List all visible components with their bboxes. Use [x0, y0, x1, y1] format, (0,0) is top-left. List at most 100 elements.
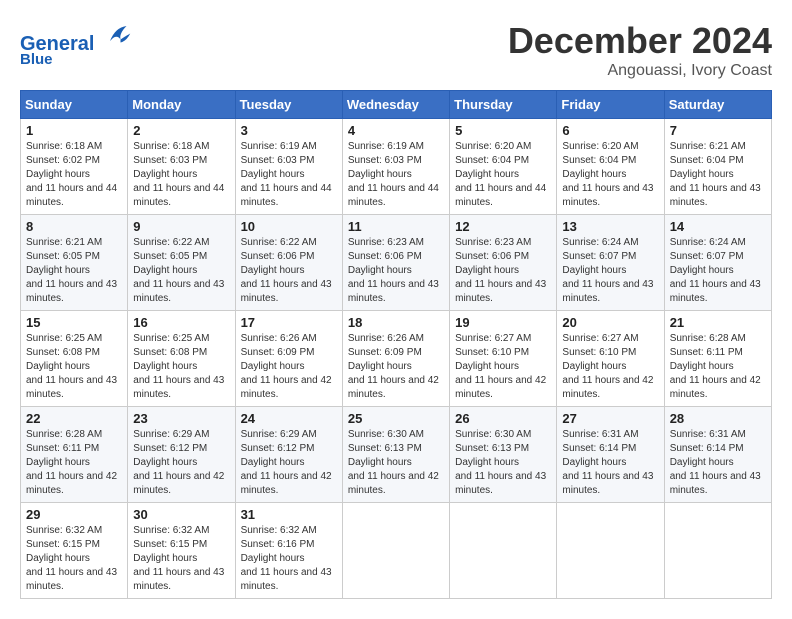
day-number: 31	[241, 507, 337, 522]
day-info: Sunrise: 6:24 AM Sunset: 6:07 PM Dayligh…	[562, 236, 658, 306]
day-info: Sunrise: 6:24 AM Sunset: 6:07 PM Dayligh…	[670, 236, 766, 306]
calendar-cell: 29 Sunrise: 6:32 AM Sunset: 6:15 PM Dayl…	[21, 503, 128, 599]
weekday-header-monday: Monday	[128, 91, 235, 119]
day-number: 4	[348, 123, 444, 138]
calendar-cell	[342, 503, 449, 599]
day-info: Sunrise: 6:31 AM Sunset: 6:14 PM Dayligh…	[562, 428, 658, 498]
calendar-cell	[557, 503, 664, 599]
day-info: Sunrise: 6:25 AM Sunset: 6:08 PM Dayligh…	[26, 332, 122, 402]
calendar-cell: 25 Sunrise: 6:30 AM Sunset: 6:13 PM Dayl…	[342, 407, 449, 503]
day-info: Sunrise: 6:32 AM Sunset: 6:15 PM Dayligh…	[133, 524, 229, 594]
day-number: 18	[348, 315, 444, 330]
day-info: Sunrise: 6:28 AM Sunset: 6:11 PM Dayligh…	[670, 332, 766, 402]
day-number: 25	[348, 411, 444, 426]
calendar-cell: 3 Sunrise: 6:19 AM Sunset: 6:03 PM Dayli…	[235, 119, 342, 215]
week-row-3: 15 Sunrise: 6:25 AM Sunset: 6:08 PM Dayl…	[21, 311, 772, 407]
logo-bird-icon	[104, 20, 134, 50]
calendar-cell	[664, 503, 771, 599]
day-info: Sunrise: 6:20 AM Sunset: 6:04 PM Dayligh…	[562, 140, 658, 210]
calendar-cell: 28 Sunrise: 6:31 AM Sunset: 6:14 PM Dayl…	[664, 407, 771, 503]
day-info: Sunrise: 6:26 AM Sunset: 6:09 PM Dayligh…	[348, 332, 444, 402]
day-number: 2	[133, 123, 229, 138]
day-info: Sunrise: 6:32 AM Sunset: 6:16 PM Dayligh…	[241, 524, 337, 594]
calendar-cell: 14 Sunrise: 6:24 AM Sunset: 6:07 PM Dayl…	[664, 215, 771, 311]
day-number: 19	[455, 315, 551, 330]
calendar-cell: 1 Sunrise: 6:18 AM Sunset: 6:02 PM Dayli…	[21, 119, 128, 215]
day-info: Sunrise: 6:27 AM Sunset: 6:10 PM Dayligh…	[455, 332, 551, 402]
calendar-cell: 22 Sunrise: 6:28 AM Sunset: 6:11 PM Dayl…	[21, 407, 128, 503]
day-info: Sunrise: 6:18 AM Sunset: 6:03 PM Dayligh…	[133, 140, 229, 210]
logo: General Blue	[20, 20, 134, 68]
day-info: Sunrise: 6:25 AM Sunset: 6:08 PM Dayligh…	[133, 332, 229, 402]
calendar-cell: 11 Sunrise: 6:23 AM Sunset: 6:06 PM Dayl…	[342, 215, 449, 311]
day-info: Sunrise: 6:27 AM Sunset: 6:10 PM Dayligh…	[562, 332, 658, 402]
day-info: Sunrise: 6:23 AM Sunset: 6:06 PM Dayligh…	[348, 236, 444, 306]
calendar-cell: 27 Sunrise: 6:31 AM Sunset: 6:14 PM Dayl…	[557, 407, 664, 503]
calendar-cell	[450, 503, 557, 599]
day-number: 20	[562, 315, 658, 330]
calendar-cell: 26 Sunrise: 6:30 AM Sunset: 6:13 PM Dayl…	[450, 407, 557, 503]
day-number: 13	[562, 219, 658, 234]
calendar-cell: 20 Sunrise: 6:27 AM Sunset: 6:10 PM Dayl…	[557, 311, 664, 407]
day-number: 10	[241, 219, 337, 234]
day-number: 24	[241, 411, 337, 426]
day-info: Sunrise: 6:30 AM Sunset: 6:13 PM Dayligh…	[348, 428, 444, 498]
day-number: 12	[455, 219, 551, 234]
day-info: Sunrise: 6:19 AM Sunset: 6:03 PM Dayligh…	[241, 140, 337, 210]
calendar-cell: 17 Sunrise: 6:26 AM Sunset: 6:09 PM Dayl…	[235, 311, 342, 407]
calendar-table: SundayMondayTuesdayWednesdayThursdayFrid…	[20, 90, 772, 599]
calendar-cell: 13 Sunrise: 6:24 AM Sunset: 6:07 PM Dayl…	[557, 215, 664, 311]
calendar-cell: 4 Sunrise: 6:19 AM Sunset: 6:03 PM Dayli…	[342, 119, 449, 215]
day-info: Sunrise: 6:30 AM Sunset: 6:13 PM Dayligh…	[455, 428, 551, 498]
day-number: 17	[241, 315, 337, 330]
weekday-header-sunday: Sunday	[21, 91, 128, 119]
calendar-cell: 15 Sunrise: 6:25 AM Sunset: 6:08 PM Dayl…	[21, 311, 128, 407]
page-header: General Blue December 2024 Angouassi, Iv…	[20, 20, 772, 80]
day-number: 14	[670, 219, 766, 234]
logo-text: General	[20, 20, 134, 55]
day-number: 11	[348, 219, 444, 234]
day-info: Sunrise: 6:29 AM Sunset: 6:12 PM Dayligh…	[241, 428, 337, 498]
day-number: 7	[670, 123, 766, 138]
day-info: Sunrise: 6:18 AM Sunset: 6:02 PM Dayligh…	[26, 140, 122, 210]
calendar-cell: 10 Sunrise: 6:22 AM Sunset: 6:06 PM Dayl…	[235, 215, 342, 311]
day-number: 15	[26, 315, 122, 330]
calendar-cell: 18 Sunrise: 6:26 AM Sunset: 6:09 PM Dayl…	[342, 311, 449, 407]
day-number: 5	[455, 123, 551, 138]
day-number: 16	[133, 315, 229, 330]
calendar-cell: 24 Sunrise: 6:29 AM Sunset: 6:12 PM Dayl…	[235, 407, 342, 503]
day-number: 22	[26, 411, 122, 426]
day-info: Sunrise: 6:19 AM Sunset: 6:03 PM Dayligh…	[348, 140, 444, 210]
day-number: 29	[26, 507, 122, 522]
weekday-header-saturday: Saturday	[664, 91, 771, 119]
day-info: Sunrise: 6:31 AM Sunset: 6:14 PM Dayligh…	[670, 428, 766, 498]
day-info: Sunrise: 6:28 AM Sunset: 6:11 PM Dayligh…	[26, 428, 122, 498]
calendar-cell: 30 Sunrise: 6:32 AM Sunset: 6:15 PM Dayl…	[128, 503, 235, 599]
calendar-cell: 2 Sunrise: 6:18 AM Sunset: 6:03 PM Dayli…	[128, 119, 235, 215]
weekday-header-thursday: Thursday	[450, 91, 557, 119]
calendar-cell: 16 Sunrise: 6:25 AM Sunset: 6:08 PM Dayl…	[128, 311, 235, 407]
week-row-2: 8 Sunrise: 6:21 AM Sunset: 6:05 PM Dayli…	[21, 215, 772, 311]
calendar-cell: 23 Sunrise: 6:29 AM Sunset: 6:12 PM Dayl…	[128, 407, 235, 503]
day-number: 27	[562, 411, 658, 426]
week-row-4: 22 Sunrise: 6:28 AM Sunset: 6:11 PM Dayl…	[21, 407, 772, 503]
day-number: 23	[133, 411, 229, 426]
weekday-header-row: SundayMondayTuesdayWednesdayThursdayFrid…	[21, 91, 772, 119]
day-number: 9	[133, 219, 229, 234]
calendar-cell: 19 Sunrise: 6:27 AM Sunset: 6:10 PM Dayl…	[450, 311, 557, 407]
day-info: Sunrise: 6:22 AM Sunset: 6:06 PM Dayligh…	[241, 236, 337, 306]
day-number: 8	[26, 219, 122, 234]
calendar-cell: 7 Sunrise: 6:21 AM Sunset: 6:04 PM Dayli…	[664, 119, 771, 215]
day-number: 1	[26, 123, 122, 138]
day-info: Sunrise: 6:32 AM Sunset: 6:15 PM Dayligh…	[26, 524, 122, 594]
day-info: Sunrise: 6:29 AM Sunset: 6:12 PM Dayligh…	[133, 428, 229, 498]
calendar-cell: 9 Sunrise: 6:22 AM Sunset: 6:05 PM Dayli…	[128, 215, 235, 311]
week-row-5: 29 Sunrise: 6:32 AM Sunset: 6:15 PM Dayl…	[21, 503, 772, 599]
day-info: Sunrise: 6:20 AM Sunset: 6:04 PM Dayligh…	[455, 140, 551, 210]
day-number: 21	[670, 315, 766, 330]
calendar-cell: 8 Sunrise: 6:21 AM Sunset: 6:05 PM Dayli…	[21, 215, 128, 311]
day-info: Sunrise: 6:26 AM Sunset: 6:09 PM Dayligh…	[241, 332, 337, 402]
day-info: Sunrise: 6:21 AM Sunset: 6:04 PM Dayligh…	[670, 140, 766, 210]
calendar-cell: 31 Sunrise: 6:32 AM Sunset: 6:16 PM Dayl…	[235, 503, 342, 599]
day-number: 28	[670, 411, 766, 426]
